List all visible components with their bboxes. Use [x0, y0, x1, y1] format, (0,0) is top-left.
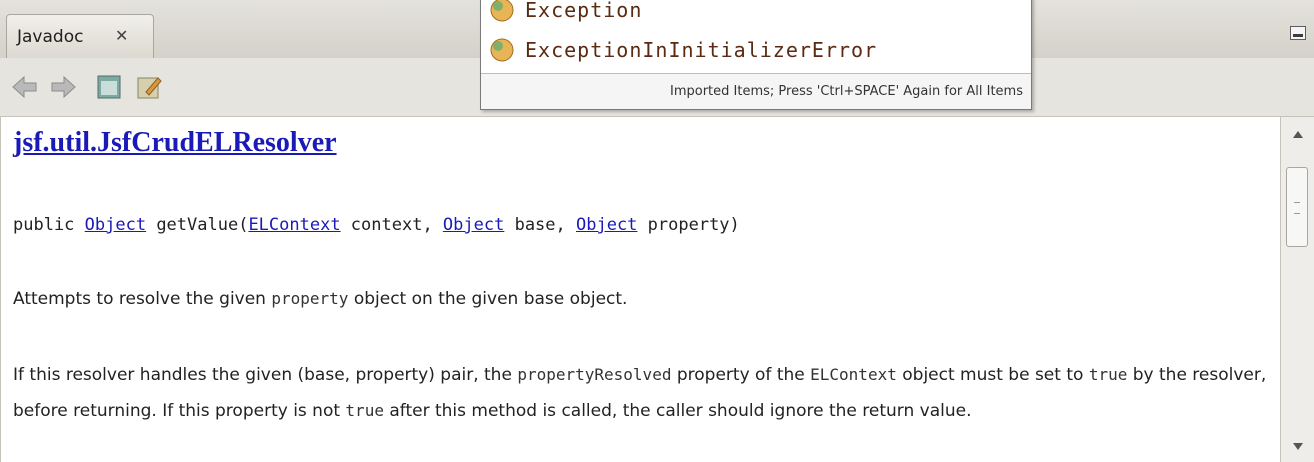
code-text: true	[1088, 365, 1128, 384]
description-paragraph: If this resolver handles the given (base…	[13, 357, 1273, 429]
open-in-browser-icon	[137, 77, 162, 99]
code-completion-popup: Exception ExceptionInInitializerError Im…	[480, 0, 1032, 110]
text: object on the given base object.	[348, 289, 628, 309]
description-paragraph: Attempts to resolve the given property o…	[13, 281, 1273, 317]
signature-text: base,	[504, 215, 576, 235]
code-text: propertyResolved	[517, 365, 672, 384]
vertical-scrollbar[interactable]	[1280, 117, 1314, 462]
type-link-object[interactable]: Object	[443, 215, 504, 235]
tab-label: Javadoc	[17, 27, 84, 47]
scroll-up-icon[interactable]	[1293, 131, 1303, 138]
signature-text: public	[13, 215, 85, 235]
scroll-down-icon[interactable]	[1293, 443, 1303, 450]
type-link-object[interactable]: Object	[85, 215, 146, 235]
type-link-object[interactable]: Object	[576, 215, 637, 235]
completion-item[interactable]: Exception	[481, 0, 1031, 31]
tab-javadoc[interactable]: Javadoc ✕	[6, 14, 154, 58]
completion-item-label: Exception	[525, 0, 643, 22]
forward-icon	[51, 75, 76, 99]
text: Attempts to resolve the given	[13, 289, 272, 309]
page-title[interactable]: jsf.util.JsfCrudELResolver	[13, 127, 337, 159]
scrollbar-thumb[interactable]	[1286, 167, 1308, 247]
show-source-button[interactable]	[92, 70, 126, 104]
completion-hint: Imported Items; Press 'Ctrl+SPACE' Again…	[481, 73, 1031, 109]
completion-item[interactable]: ExceptionInInitializerError	[481, 29, 1031, 71]
text: object must be set to	[896, 365, 1089, 385]
signature-text: property)	[637, 215, 740, 235]
signature-text: getValue(	[146, 215, 249, 235]
text: If this resolver handles the given (base…	[13, 365, 518, 385]
text: property of the	[671, 365, 811, 385]
back-icon	[12, 75, 37, 99]
close-icon[interactable]: ✕	[115, 26, 128, 45]
code-text: ELContext	[810, 365, 897, 384]
class-icon	[490, 38, 514, 62]
back-button[interactable]	[8, 70, 42, 104]
show-source-icon	[97, 75, 121, 99]
code-text: property	[271, 289, 349, 308]
signature-text: context,	[340, 215, 443, 235]
text: after this method is called, the caller …	[383, 401, 972, 421]
minimize-window-button[interactable]	[1290, 26, 1306, 40]
method-signature: public Object getValue(ELContext context…	[13, 215, 740, 235]
javadoc-content: jsf.util.JsfCrudELResolver public Object…	[0, 117, 1280, 462]
open-in-browser-button[interactable]	[132, 70, 166, 104]
completion-item-label: ExceptionInInitializerError	[525, 38, 878, 62]
forward-button[interactable]	[46, 70, 80, 104]
type-link-elcontext[interactable]: ELContext	[248, 215, 340, 235]
code-text: true	[345, 401, 384, 420]
class-icon	[490, 0, 514, 22]
